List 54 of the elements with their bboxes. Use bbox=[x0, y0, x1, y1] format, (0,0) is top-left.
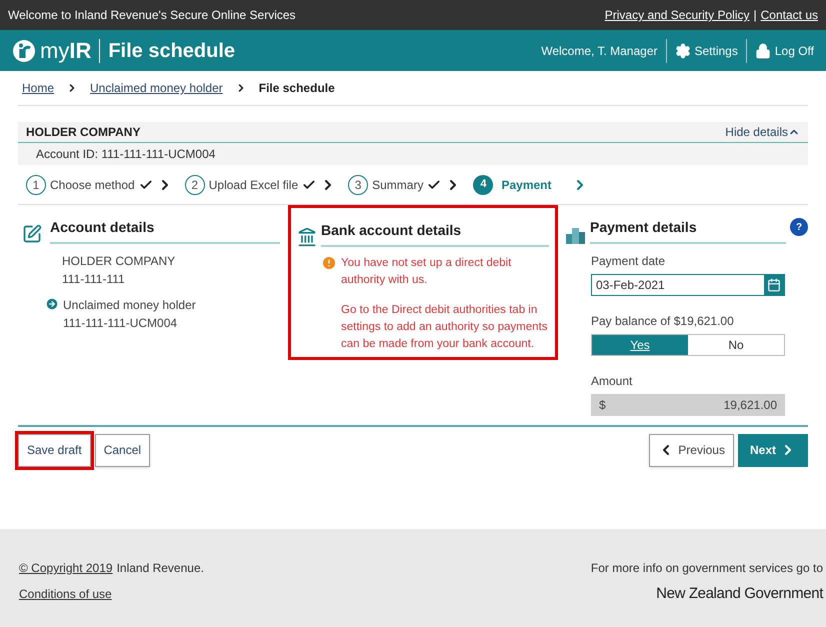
logo-text: myIR bbox=[40, 37, 92, 65]
step-label[interactable]: Choose method bbox=[50, 176, 135, 194]
separator: | bbox=[754, 7, 757, 24]
calendar-icon bbox=[767, 278, 781, 292]
step-number: 2 bbox=[184, 174, 205, 194]
copyright-text: Inland Revenue. bbox=[116, 560, 204, 577]
holder-name: HOLDER COMPANY bbox=[26, 124, 140, 141]
conditions-link[interactable]: Conditions of use bbox=[19, 585, 112, 603]
warning-icon bbox=[321, 255, 337, 271]
account-id-text: 111-111-111-UCM004 bbox=[63, 315, 178, 332]
field-label: Pay balance of $19,621.00 bbox=[591, 313, 735, 330]
top-link[interactable]: Privacy and Security Policy bbox=[604, 6, 750, 24]
next-button[interactable]: Next bbox=[738, 434, 808, 466]
step-label[interactable]: Upload Excel file bbox=[208, 176, 298, 194]
info-text: Go to the Direct debit authorities tab in settings to add an authority so payments can be made from your bank account. bbox=[341, 302, 548, 352]
date-field[interactable]: 03-Feb-2021 bbox=[591, 274, 785, 296]
logoff-button[interactable]: Log Off bbox=[746, 42, 822, 60]
breadcrumb-item[interactable]: Unclaimed money holder bbox=[90, 79, 223, 97]
toggle-option[interactable]: Yes bbox=[592, 335, 688, 355]
welcome-text: Welcome to Inland Revenue's Secure Online Services bbox=[8, 7, 296, 24]
step-label[interactable]: Summary bbox=[372, 176, 424, 194]
gear-icon bbox=[674, 42, 690, 58]
section-title: Payment details bbox=[590, 217, 786, 244]
field-label: Payment date bbox=[591, 253, 666, 270]
section-title: Account details bbox=[50, 217, 280, 244]
account-number: 111-111-111 bbox=[62, 271, 126, 288]
edit-icon bbox=[22, 224, 42, 244]
copyright-link[interactable]: © Copyright 2019 bbox=[19, 559, 113, 577]
gov-info-text: For more info on government services go to bbox=[590, 560, 823, 577]
step-number: 1 bbox=[26, 174, 46, 194]
step-number: 3 bbox=[348, 174, 368, 194]
user-greeting: Welcome, T. Manager bbox=[540, 42, 658, 60]
top-link[interactable]: Contact us bbox=[760, 6, 818, 24]
gov-logo[interactable]: New Zealand Government bbox=[656, 583, 823, 606]
breadcrumb-item[interactable]: File schedule bbox=[258, 79, 335, 97]
settings-button[interactable]: Settings bbox=[666, 42, 746, 60]
warning-text: You have not set up a direct debit authority with us. bbox=[341, 256, 512, 288]
field-label: Amount bbox=[591, 373, 634, 390]
lock-icon bbox=[754, 42, 771, 58]
amount-field: $ 19,621.00 bbox=[591, 394, 785, 416]
account-name: HOLDER COMPANY bbox=[62, 253, 176, 270]
help-icon[interactable]: ? bbox=[790, 218, 808, 236]
logo-icon bbox=[12, 38, 36, 62]
hide-details-link[interactable]: Hide details bbox=[725, 123, 800, 141]
account-type: Unclaimed money holder bbox=[63, 297, 196, 314]
section-title: Bank account details bbox=[321, 220, 549, 247]
action-button[interactable]: Cancel bbox=[94, 434, 150, 466]
step-label[interactable]: Payment bbox=[501, 176, 552, 194]
step-number: 4 bbox=[473, 174, 494, 194]
breadcrumb-item[interactable]: Home bbox=[22, 79, 54, 97]
bank-icon bbox=[297, 227, 317, 247]
account-id: Account ID: 111-111-111-UCM004 bbox=[35, 146, 216, 163]
page-title: File schedule bbox=[108, 38, 236, 64]
previous-button[interactable]: Previous bbox=[649, 434, 734, 466]
